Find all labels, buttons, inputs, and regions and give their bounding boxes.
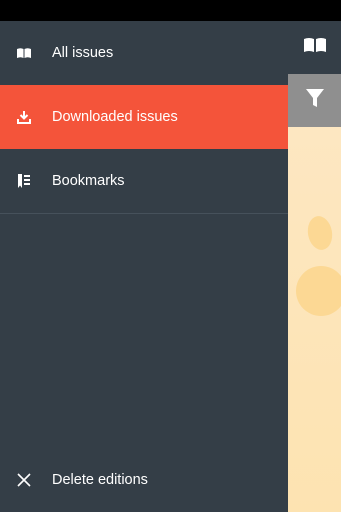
navigation-drawer: All issues Downloaded issues Bookmarks D…: [0, 21, 288, 512]
filter-icon: [305, 87, 325, 114]
status-bar: [0, 0, 341, 21]
menu-item-label: Downloaded issues: [52, 108, 178, 125]
bookmark-list-icon: [16, 173, 32, 189]
open-book-icon: [302, 36, 328, 59]
menu-item-all-issues[interactable]: All issues: [0, 21, 288, 85]
menu-divider: [0, 213, 288, 214]
delete-editions-button[interactable]: Delete editions: [0, 448, 288, 512]
background-illustration: [305, 214, 335, 252]
filter-button[interactable]: [288, 74, 341, 127]
close-icon: [16, 472, 32, 488]
menu-item-label: Bookmarks: [52, 172, 125, 189]
menu-item-bookmarks[interactable]: Bookmarks: [0, 149, 288, 213]
download-icon: [16, 109, 32, 125]
library-button[interactable]: [288, 21, 341, 74]
menu-item-downloaded-issues[interactable]: Downloaded issues: [0, 85, 288, 149]
menu-item-label: All issues: [52, 44, 114, 61]
background-illustration: [296, 266, 341, 316]
delete-editions-label: Delete editions: [52, 471, 148, 488]
content-panel: [288, 21, 341, 512]
open-book-icon: [16, 45, 32, 61]
